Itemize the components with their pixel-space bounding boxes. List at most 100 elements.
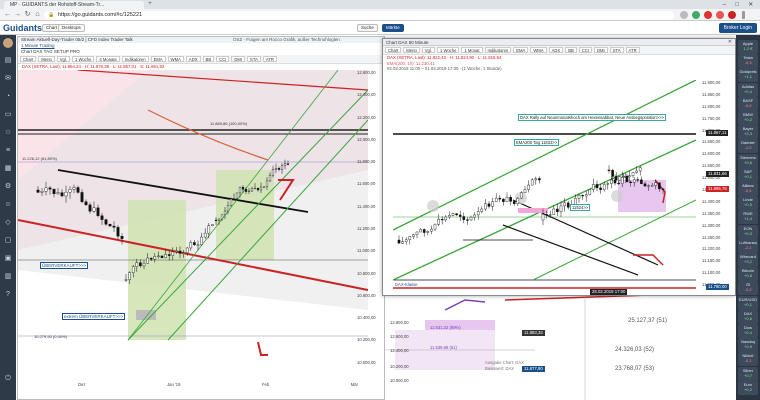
home-icon[interactable]: ⌂ bbox=[33, 10, 42, 20]
left-toolbar-button[interactable]: Vgl. bbox=[56, 56, 70, 62]
right-toolbar-button[interactable]: Vgl. bbox=[421, 47, 435, 53]
right-toolbar-button[interactable]: DMI bbox=[594, 47, 608, 53]
broker-login-button[interactable]: Broker Login bbox=[718, 23, 757, 33]
sidebar-watchlist-item[interactable]: EON +0,3 bbox=[738, 224, 758, 239]
sidebar-watchlist-item[interactable]: Apple 1,2 € bbox=[738, 40, 758, 54]
right-toolbar-button[interactable]: Chart bbox=[385, 47, 402, 53]
grid-icon[interactable]: ▦ bbox=[3, 164, 13, 174]
right-toolbar-button[interactable]: 1 Woche bbox=[436, 47, 460, 53]
candle-body bbox=[60, 192, 64, 197]
left-toolbar-button[interactable]: 4 Monate bbox=[96, 56, 120, 62]
calendar-icon[interactable]: ▣ bbox=[3, 254, 13, 264]
maximize-button[interactable]: □ bbox=[735, 2, 739, 8]
sidebar-watchlist-item[interactable]: EUR/USD +0,1 bbox=[738, 295, 758, 310]
left-toolbar-button[interactable]: ADX bbox=[185, 56, 201, 62]
left-toolbar-button[interactable]: WMA bbox=[167, 56, 184, 62]
right-toolbar-button[interactable]: STA bbox=[609, 47, 624, 53]
logout-icon[interactable]: ⏻ bbox=[3, 374, 13, 384]
help-icon[interactable]: ? bbox=[3, 290, 13, 300]
user-icon[interactable]: ☺ bbox=[3, 200, 13, 210]
sidebar-watchlist-item[interactable]: Bitcoin +0,8 bbox=[738, 267, 758, 282]
minimize-button[interactable]: – bbox=[723, 2, 726, 8]
sidebar-watchlist-item[interactable]: Lufthansa -2,1 bbox=[738, 238, 758, 253]
url-input[interactable]: https://go.guidants.com/#c/125221 bbox=[44, 10, 674, 20]
adblock-icon[interactable] bbox=[704, 11, 712, 19]
sidebar-watchlist-item[interactable]: DAX +0,6 bbox=[738, 309, 758, 324]
right-toolbar-button[interactable]: Menü bbox=[403, 47, 420, 53]
candle-body bbox=[277, 168, 281, 170]
left-toolbar-button[interactable]: 1 Woche bbox=[71, 56, 95, 62]
new-tab-button[interactable]: + bbox=[146, 1, 154, 8]
guidants-logo[interactable]: Guidants bbox=[3, 22, 42, 34]
sidebar-watchlist-item[interactable]: BASF -0,9 bbox=[738, 96, 758, 111]
left-toolbar-button[interactable]: Chart bbox=[20, 56, 37, 62]
mail-icon[interactable]: ✉ bbox=[3, 74, 13, 84]
extension-icon[interactable] bbox=[692, 11, 700, 19]
sidebar-watchlist-item[interactable]: SAP +0,1 bbox=[738, 167, 758, 182]
left-toolbar-button[interactable]: STA bbox=[247, 56, 261, 62]
tag-icon[interactable]: ◇ bbox=[3, 218, 13, 228]
candle-body bbox=[647, 185, 650, 187]
profile-icon[interactable] bbox=[728, 11, 736, 19]
sidebar-watchlist-item[interactable]: Allianz -0,4 bbox=[738, 182, 758, 196]
close-window-button[interactable]: ✕ bbox=[748, 1, 753, 8]
bell-icon[interactable]: ◔ bbox=[3, 92, 13, 102]
star-icon[interactable]: ☆ bbox=[3, 128, 13, 138]
sidebar-watchlist-item[interactable]: Daimler -1,0 bbox=[738, 139, 758, 154]
list-icon[interactable]: ≡ bbox=[3, 146, 13, 156]
sidebar-watchlist-item[interactable]: Euro +0,2 bbox=[738, 380, 758, 395]
sidebar-watchlist-item[interactable]: Wirecard +3,2 bbox=[738, 253, 758, 267]
close-icon[interactable]: ✕ bbox=[728, 39, 732, 45]
x-tick: Jan '19 bbox=[167, 382, 181, 387]
chart-icon[interactable]: ▤ bbox=[3, 56, 13, 66]
sidebar-watchlist-item[interactable]: Linde +0,5 bbox=[738, 196, 758, 211]
left-toolbar-button[interactable]: Indikatoren bbox=[121, 56, 149, 62]
sidebar-watchlist-item[interactable]: Nikkei -0,1 bbox=[738, 352, 758, 367]
back-arrow-icon[interactable]: ← bbox=[3, 10, 12, 20]
sidebar-watchlist-item[interactable]: Bayer +2,3 bbox=[738, 125, 758, 140]
browser-tab[interactable]: MP · GUIDANTS der Rohstoff-Stream-Tr... bbox=[4, 1, 144, 9]
right-toolbar-button[interactable]: 1 Monat bbox=[461, 47, 483, 53]
menu-icon[interactable] bbox=[742, 11, 745, 19]
right-toolbar-button[interactable]: ATR bbox=[625, 47, 640, 53]
left-toolbar-button[interactable]: ATR bbox=[262, 56, 277, 62]
chat-icon[interactable]: ▭ bbox=[3, 110, 13, 120]
right-toolbar-button[interactable]: BB bbox=[565, 47, 577, 53]
watchlist-value: -0,9 bbox=[744, 102, 752, 108]
tab-desktops[interactable]: Desktops bbox=[58, 24, 85, 32]
sidebar-watchlist-item[interactable]: Adidas +0,4 bbox=[738, 82, 758, 97]
sidebar-watchlist-item[interactable]: BMW +0,2 bbox=[738, 111, 758, 125]
sidebar-watchlist-item[interactable]: Goldpreis +1,1 bbox=[738, 68, 758, 83]
left-chart-canvas[interactable] bbox=[18, 70, 368, 390]
left-toolbar-button[interactable]: EMA bbox=[150, 56, 166, 62]
search-button[interactable]: Suche bbox=[357, 24, 378, 32]
avatar[interactable] bbox=[3, 38, 13, 48]
star-icon[interactable] bbox=[680, 11, 688, 19]
sidebar-watchlist-item[interactable]: Silber +0,7 bbox=[738, 366, 758, 381]
right-toolbar-button[interactable]: EMA bbox=[513, 47, 529, 53]
right-toolbar-button[interactable]: ADX bbox=[548, 47, 564, 53]
right-chart-canvas[interactable] bbox=[393, 80, 696, 294]
settings-icon[interactable]: ⚙ bbox=[3, 182, 13, 192]
sidebar-watchlist-item[interactable]: RWE +1,4 bbox=[738, 210, 758, 225]
extension-icon[interactable] bbox=[716, 11, 724, 19]
folder-icon[interactable]: ▢ bbox=[3, 236, 13, 246]
left-toolbar-button[interactable]: DMI bbox=[231, 56, 246, 62]
sidebar-watchlist-item[interactable]: Öl -0,2 bbox=[738, 281, 758, 296]
markets-button[interactable]: Märkte bbox=[382, 24, 404, 32]
left-toolbar-button[interactable]: Menü bbox=[38, 56, 55, 62]
sidebar-watchlist-item[interactable]: Nasdaq +0,9 bbox=[738, 338, 758, 353]
sidebar-watchlist-item[interactable]: Dow +0,4 bbox=[738, 324, 758, 338]
lower-y-tick: 12.600,00 bbox=[390, 334, 409, 339]
forward-arrow-icon[interactable]: → bbox=[13, 10, 22, 20]
reload-icon[interactable]: ↻ bbox=[23, 10, 32, 20]
news-icon[interactable]: ▥ bbox=[3, 272, 13, 282]
right-toolbar-button[interactable]: CCI bbox=[578, 47, 593, 53]
right-toolbar-button[interactable]: Indikatoren bbox=[484, 47, 512, 53]
left-toolbar-button[interactable]: BB bbox=[202, 56, 215, 62]
sidebar-watchlist-item[interactable]: Siemens +0,6 bbox=[738, 153, 758, 168]
window-titlebar[interactable]: Chart DAX 60 Minute ✕ bbox=[383, 39, 735, 46]
right-toolbar-button[interactable]: WMA bbox=[530, 47, 547, 53]
left-toolbar-button[interactable]: CCI bbox=[216, 56, 230, 62]
sidebar-watchlist-item[interactable]: Tesla -0,3 bbox=[738, 54, 758, 69]
